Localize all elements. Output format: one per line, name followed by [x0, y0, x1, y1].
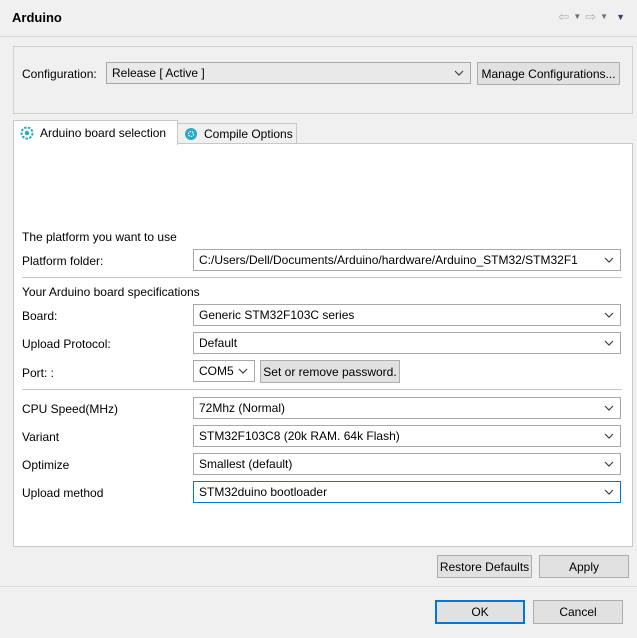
chevron-down-icon	[603, 401, 615, 415]
board-selection-panel: The platform you want to use Platform fo…	[13, 143, 633, 547]
apply-button[interactable]: Apply	[539, 555, 629, 578]
divider	[22, 277, 622, 278]
optimize-value: Smallest (default)	[199, 457, 293, 471]
port-select[interactable]: COM5	[193, 360, 255, 382]
platform-folder-value: C:/Users/Dell/Documents/Arduino/hardware…	[199, 253, 578, 267]
board-label: Board:	[22, 309, 58, 323]
tab-label: Arduino board selection	[40, 126, 167, 140]
configuration-panel: Configuration: Release [ Active ] Manage…	[13, 46, 633, 114]
chevron-down-icon	[603, 429, 615, 443]
platform-folder-label: Platform folder:	[22, 254, 104, 268]
board-value: Generic STM32F103C series	[199, 308, 355, 322]
gear-icon	[20, 126, 34, 140]
forward-arrow-icon[interactable]: ⇨	[585, 9, 596, 25]
settings-circle-icon	[184, 127, 198, 141]
dialog-header: Arduino ⇦ ▼ ⇨ ▼ ▼	[0, 0, 637, 37]
chevron-down-icon	[237, 364, 249, 378]
cpu-speed-value: 72Mhz (Normal)	[199, 401, 286, 415]
chevron-down-icon	[603, 336, 615, 350]
configuration-select[interactable]: Release [ Active ]	[106, 62, 471, 84]
optimize-select[interactable]: Smallest (default)	[193, 453, 621, 475]
upload-protocol-label: Upload Protocol:	[22, 337, 111, 351]
restore-defaults-button[interactable]: Restore Defaults	[437, 555, 532, 578]
footer-divider	[0, 586, 637, 587]
chevron-down-icon	[453, 66, 465, 80]
cpu-speed-label: CPU Speed(MHz)	[22, 402, 119, 416]
forward-dropdown-icon[interactable]: ▼	[600, 9, 608, 25]
chevron-down-icon	[603, 457, 615, 471]
platform-folder-select[interactable]: C:/Users/Dell/Documents/Arduino/hardware…	[193, 249, 621, 271]
cancel-button[interactable]: Cancel	[533, 600, 623, 624]
cpu-speed-select[interactable]: 72Mhz (Normal)	[193, 397, 621, 419]
back-arrow-icon[interactable]: ⇦	[558, 9, 569, 25]
board-specs-section-title: Your Arduino board specifications	[22, 285, 200, 299]
tab-compile-options[interactable]: Compile Options	[177, 123, 297, 144]
view-menu-icon[interactable]: ▼	[616, 9, 625, 25]
port-value: COM5	[199, 364, 234, 378]
ok-button[interactable]: OK	[435, 600, 525, 624]
variant-label: Variant	[22, 430, 60, 444]
upload-protocol-select[interactable]: Default	[193, 332, 621, 354]
upload-method-select[interactable]: STM32duino bootloader	[193, 481, 621, 503]
upload-method-value: STM32duino bootloader	[199, 485, 328, 499]
configuration-select-value: Release [ Active ]	[112, 66, 205, 80]
manage-configurations-button[interactable]: Manage Configurations...	[477, 62, 620, 85]
variant-select[interactable]: STM32F103C8 (20k RAM. 64k Flash)	[193, 425, 621, 447]
board-select[interactable]: Generic STM32F103C series	[193, 304, 621, 326]
platform-section-title: The platform you want to use	[22, 230, 177, 244]
set-password-button[interactable]: Set or remove password.	[260, 360, 400, 383]
chevron-down-icon	[603, 485, 615, 499]
variant-value: STM32F103C8 (20k RAM. 64k Flash)	[199, 429, 400, 443]
tab-arduino-board-selection[interactable]: Arduino board selection	[13, 120, 178, 145]
port-label: Port: :	[22, 366, 55, 380]
configuration-label: Configuration:	[22, 67, 97, 81]
upload-protocol-value: Default	[199, 336, 238, 350]
upload-method-label: Upload method	[22, 486, 104, 500]
tab-label: Compile Options	[204, 127, 293, 141]
divider	[22, 389, 622, 390]
nav-controls: ⇦ ▼ ⇨ ▼ ▼	[558, 9, 625, 25]
back-dropdown-icon[interactable]: ▼	[573, 9, 581, 25]
optimize-label: Optimize	[22, 458, 70, 472]
page-title: Arduino	[12, 10, 62, 25]
chevron-down-icon	[603, 308, 615, 322]
chevron-down-icon	[603, 253, 615, 267]
